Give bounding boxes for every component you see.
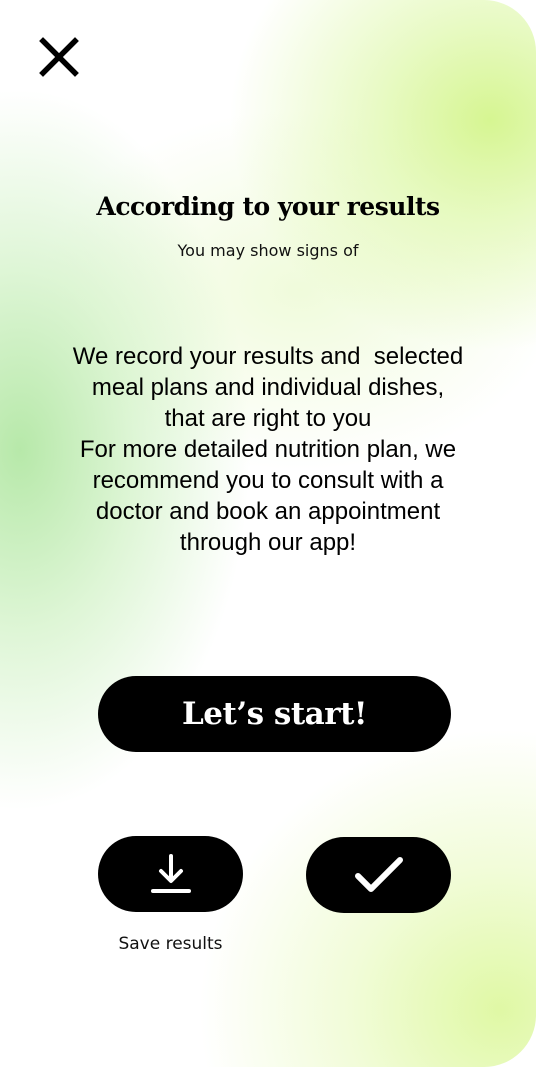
close-button[interactable] (38, 36, 80, 78)
save-results-button[interactable] (98, 836, 243, 912)
results-screen: According to your results You may show s… (0, 0, 536, 1067)
message-line: recommend you to consult with a (92, 467, 444, 494)
close-icon (39, 37, 79, 77)
message-line: that are right to you (164, 405, 372, 432)
checkmark-icon (354, 857, 403, 892)
lets-start-button[interactable]: Let’s start! (98, 676, 451, 752)
message-line: For more detailed nutrition plan, we (79, 436, 457, 463)
results-subtitle: You may show signs of (177, 241, 359, 260)
confirm-button[interactable] (306, 837, 451, 913)
message-line: We record your results and selected (72, 343, 464, 370)
message-line: doctor and book an appointment (95, 498, 441, 525)
save-results-label: Save results (118, 934, 223, 954)
message-line: through our app! (179, 529, 357, 556)
message-line: meal plans and individual dishes, (91, 374, 445, 401)
download-icon (150, 854, 191, 893)
results-message: We record your results and selected meal… (30, 341, 506, 558)
results-title: According to your results (96, 192, 440, 221)
